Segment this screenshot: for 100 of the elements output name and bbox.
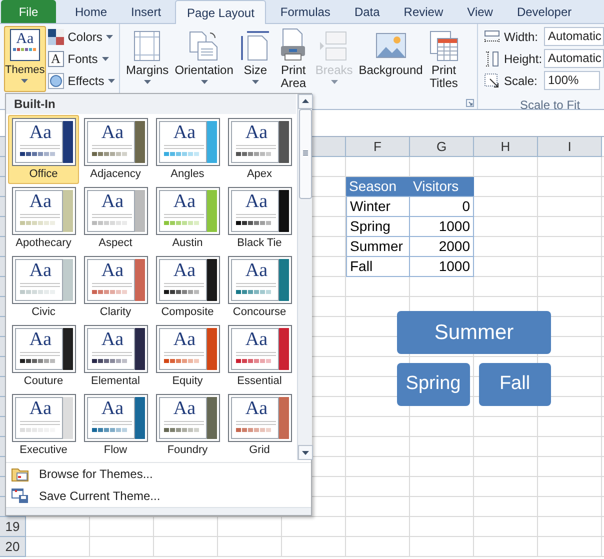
- group-label: Scale to Fit: [520, 97, 582, 114]
- theme-gallery-item[interactable]: Aa Grid: [224, 391, 295, 460]
- table-cell: 0: [410, 197, 474, 217]
- height-icon: [484, 50, 500, 66]
- spin-field[interactable]: 100%: [544, 71, 600, 90]
- table-cell: 1000: [410, 217, 474, 237]
- column-header[interactable]: F: [346, 137, 410, 157]
- menu-item[interactable]: Save Current Theme...: [6, 485, 311, 507]
- dropdown-field[interactable]: Automatic: [544, 49, 604, 68]
- theme-label: Flow: [104, 443, 128, 457]
- scrollbar[interactable]: [297, 94, 312, 460]
- field-label: Height:: [504, 50, 544, 68]
- ribbon-menu-button[interactable]: Effects: [48, 71, 116, 91]
- menu-item[interactable]: Browse for Themes...: [6, 463, 311, 485]
- table-cell: 1000: [410, 257, 474, 277]
- ribbon-tab[interactable]: Insert: [120, 1, 172, 23]
- theme-sample-text: Aa: [172, 399, 197, 419]
- ribbon-tab[interactable]: File: [1, 0, 56, 23]
- scale-icon: [484, 72, 500, 88]
- theme-label: Couture: [24, 374, 64, 388]
- diagram-shape[interactable]: Spring: [397, 363, 470, 406]
- ribbon-tab[interactable]: Home: [64, 1, 118, 23]
- themes-button[interactable]: Aa Themes: [4, 26, 46, 92]
- field-label: Width:: [504, 28, 540, 46]
- theme-label: Executive: [20, 443, 68, 457]
- caret-icon: [200, 80, 208, 84]
- theme-gallery-item[interactable]: Aa Essential: [224, 322, 295, 391]
- ribbon-tab[interactable]: Review: [392, 1, 454, 23]
- theme-label: Austin: [172, 236, 203, 250]
- scroll-up-icon[interactable]: [298, 94, 313, 109]
- dialog-launcher-icon[interactable]: [466, 99, 474, 107]
- theme-gallery-item[interactable]: Aa Clarity: [80, 253, 151, 322]
- row-header[interactable]: 19: [0, 517, 26, 537]
- theme-gallery-item[interactable]: Aa Executive: [8, 391, 79, 460]
- theme-label: Foundry: [167, 443, 208, 457]
- theme-gallery-item[interactable]: Aa Black Tie: [224, 184, 295, 253]
- theme-gallery-item[interactable]: Aa Apothecary: [8, 184, 79, 253]
- column-header[interactable]: I: [538, 137, 602, 157]
- scroll-down-icon[interactable]: [298, 445, 313, 460]
- theme-label: Grid: [249, 443, 270, 457]
- diagram-shape[interactable]: Summer: [397, 311, 551, 354]
- theme-gallery-item[interactable]: Aa Flow: [80, 391, 151, 460]
- caret-icon: [252, 80, 259, 84]
- theme-gallery-item[interactable]: Aa Office: [8, 115, 79, 184]
- table-cell: Summer: [346, 237, 410, 257]
- gallery-header: Built-In: [6, 94, 296, 114]
- resize-grip[interactable]: [6, 507, 311, 515]
- caret-icon: [21, 79, 28, 83]
- table-cell: Fall: [346, 257, 410, 277]
- circle-icon: [48, 73, 64, 89]
- dropdown-field[interactable]: Automatic: [544, 27, 604, 46]
- theme-label: Clarity: [100, 305, 132, 319]
- theme-sample-text: Aa: [28, 399, 53, 419]
- theme-sample-text: Aa: [100, 261, 125, 281]
- column-header[interactable]: G: [410, 137, 474, 157]
- folder-icon: [11, 466, 29, 482]
- ribbon-menu-button[interactable]: A Fonts: [48, 49, 116, 69]
- scroll-thumb[interactable]: [298, 109, 313, 199]
- table-cell: 2000: [410, 237, 474, 257]
- themes-icon: Aa: [10, 29, 40, 61]
- ribbon-button[interactable]: Margins: [123, 28, 172, 92]
- theme-label: Composite: [161, 305, 214, 319]
- window-save-icon: [11, 488, 29, 504]
- ribbon-button[interactable]: Size: [236, 28, 274, 92]
- ribbon-button[interactable]: Print Titles: [426, 28, 462, 92]
- theme-label: Apothecary: [16, 236, 72, 250]
- ribbon-tab[interactable]: Data: [343, 1, 391, 23]
- caret-icon: [144, 80, 151, 84]
- ribbon-tab[interactable]: View: [456, 1, 504, 23]
- ribbon-menu-button[interactable]: Colors: [48, 27, 116, 47]
- theme-label: Civic: [32, 305, 56, 319]
- theme-gallery-item[interactable]: Aa Equity: [152, 322, 223, 391]
- diagram-shape[interactable]: Fall: [478, 363, 551, 406]
- ribbon-button[interactable]: Orientation: [172, 28, 236, 92]
- font-letter-icon: A: [48, 51, 64, 67]
- theme-gallery-item[interactable]: Aa Civic: [8, 253, 79, 322]
- theme-label: Apex: [246, 167, 272, 181]
- row-header[interactable]: 20: [0, 537, 26, 557]
- theme-label: Office: [29, 167, 58, 181]
- theme-gallery-item[interactable]: Aa Concourse: [224, 253, 295, 322]
- ribbon-tab[interactable]: Page Layout: [175, 0, 266, 24]
- theme-sample-text: Aa: [172, 330, 197, 350]
- ribbon-tab[interactable]: Formulas: [269, 1, 342, 23]
- theme-sample-text: Aa: [100, 192, 125, 212]
- theme-gallery-item[interactable]: Aa Aspect: [80, 184, 151, 253]
- column-header[interactable]: H: [474, 137, 538, 157]
- theme-gallery-item[interactable]: Aa Austin: [152, 184, 223, 253]
- theme-label: Elemental: [91, 374, 140, 388]
- theme-gallery-item[interactable]: Aa Composite: [152, 253, 223, 322]
- ribbon-button[interactable]: Background: [356, 28, 426, 92]
- ribbon-button[interactable]: Print Area: [274, 28, 312, 92]
- theme-label: Equity: [172, 374, 203, 388]
- table-cell: Winter: [346, 197, 410, 217]
- theme-gallery-item[interactable]: Aa Elemental: [80, 322, 151, 391]
- theme-gallery-item[interactable]: Aa Couture: [8, 322, 79, 391]
- ribbon-tab[interactable]: Developer: [506, 1, 583, 23]
- pages-icon: [188, 30, 220, 62]
- theme-gallery-item[interactable]: Aa Foundry: [152, 391, 223, 460]
- theme-sample-text: Aa: [28, 330, 53, 350]
- caret-icon: [330, 80, 338, 84]
